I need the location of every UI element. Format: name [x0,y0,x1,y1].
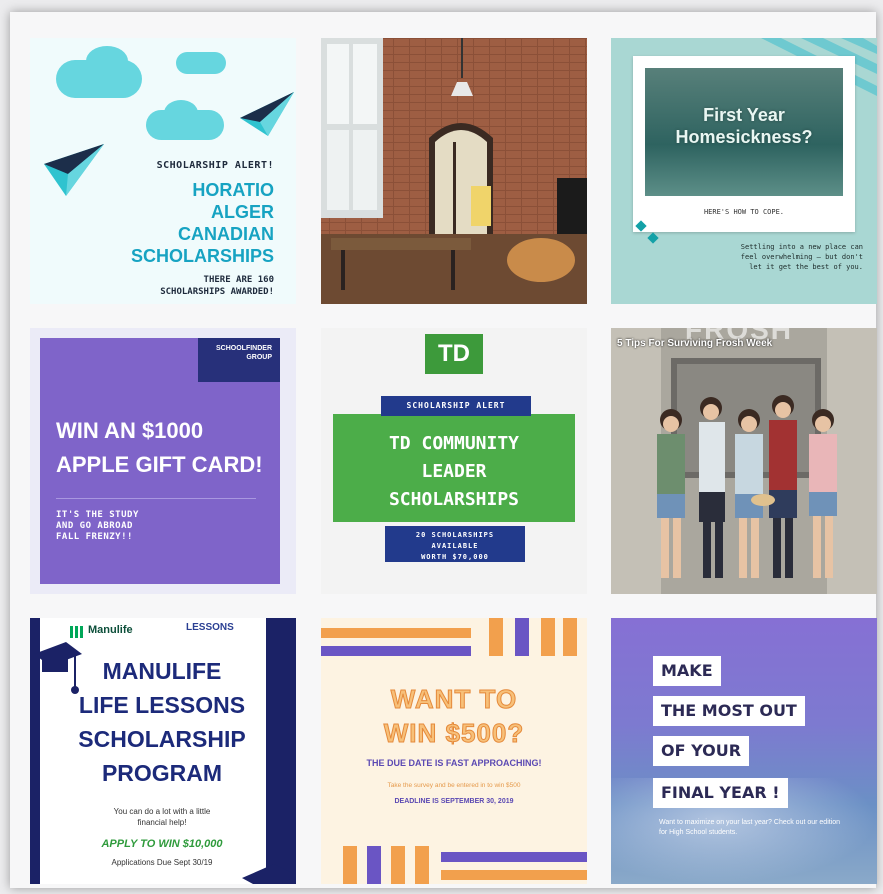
note-line: SCHOLARSHIPS AWARDED! [160,287,274,297]
title-line: LEADER [421,461,487,482]
title-line: SCHOLARSHIPS [130,246,274,266]
sparkle-icon [635,220,659,244]
manulife-title: MANULIFE LIFE LESSONS SCHOLARSHIP PROGRA… [54,654,270,790]
deadline-text: DEADLINE IS SEPTEMBER 30, 2019 [394,798,514,805]
schoolfinder-logo: SCHOOLFINDER GROUP [198,338,280,382]
manulife-brand: Manulife [88,624,133,636]
post-loft-photo[interactable] [321,38,587,304]
decorative-bar [415,846,429,884]
apply-prize-text: APPLY TO WIN $10,000 [101,838,223,850]
scholarship-title: HORATIO ALGER CANADIAN SCHOLARSHIPS [74,179,274,267]
due-date-text: Applications Due Sept 30/19 [111,858,213,867]
green-banner: TD COMMUNITY LEADER SCHOLARSHIPS [333,414,575,522]
lessons-logo: LESSONS [186,622,234,633]
title-line: HORATIO [192,180,274,200]
awards-note: THERE ARE 160 SCHOLARSHIPS AWARDED! [160,274,274,298]
headline-line: WANT TO [390,684,518,715]
decorative-bar [489,618,503,656]
headline-line: THE MOST OUT [653,696,805,726]
post-horatio-alger-scholarship[interactable]: SCHOLARSHIP ALERT! HORATIO ALGER CANADIA… [30,38,296,304]
sub-line: AND GO ABROAD [56,521,133,531]
title-line: PROGRAM [101,760,223,786]
fall-frenzy-text: IT'S THE STUDY AND GO ABROAD FALL FRENZY… [56,510,139,543]
title-line: MANULIFE [102,658,222,684]
post-manulife-life-lessons[interactable]: Manulife LESSONS MANULIFE LIFE LESSONS S… [30,618,296,884]
frosh-tips-caption: 5 Tips For Surviving Frosh Week [617,338,773,349]
due-date-approaching-text: THE DUE DATE IS FAST APPROACHING! [366,758,542,768]
availability-box: 20 SCHOLARSHIPS AVAILABLE WORTH $70,000 [385,526,525,562]
avail-line: 20 SCHOLARSHIPS [415,531,495,539]
cloud-shape [176,52,226,74]
post-frosh-week-tips[interactable]: FROSH 5 Tips For Surviving Frosh Week [611,328,877,594]
small-line: financial help! [137,818,187,827]
td-logo: TD [425,334,483,374]
headline-line: FINAL YEAR ! [653,778,788,808]
avail-line: WORTH $70,000 [421,553,489,561]
decorative-bar [343,846,357,884]
headline-line: Homesickness? [675,127,813,147]
td-title: TD COMMUNITY LEADER SCHOLARSHIPS [333,430,575,514]
headline-line: APPLE GIFT CARD! [56,452,263,477]
high-school-edition-text: Want to maximize on your last year? Chec… [659,819,841,836]
decorative-bar [541,618,555,656]
survey-entry-text: Take the survey and be entered in to win… [387,782,521,789]
manulife-logo-icon [70,626,83,638]
sub-line: FALL FRENZY!! [56,532,133,542]
sub-line: IT'S THE STUDY [56,510,139,520]
title-line: SCHOLARSHIP [78,726,246,752]
title-line: SCHOLARSHIPS [388,489,520,510]
headline-line: WIN AN $1000 [56,418,204,443]
win-headline: WANT TO WIN $500? [321,682,587,750]
divider [56,498,256,499]
post-final-year[interactable]: MAKE THE MOST OUT OF YOUR FINAL YEAR ! W… [611,618,877,884]
decorative-bar [321,628,471,638]
note-line: THERE ARE 160 [203,275,274,285]
cloud-shape [86,46,128,76]
headline-line: WIN $500? [383,718,525,749]
cloud-shape [164,100,198,126]
post-td-community-leader[interactable]: TD TD COMMUNITY LEADER SCHOLARSHIPS SCHO… [321,328,587,594]
decorative-bar [515,618,529,656]
decorative-bar [321,646,471,656]
decorative-bar [441,870,587,880]
financial-help-text: You can do a lot with a little financial… [54,806,270,828]
post-grid: SCHOLARSHIP ALERT! HORATIO ALGER CANADIA… [10,12,877,888]
title-line: LIFE LESSONS [78,692,246,718]
decorative-bar [441,852,587,862]
scholarship-alert-label: SCHOLARSHIP ALERT! [156,160,274,171]
scholarship-alert-label: SCHOLARSHIP ALERT [381,396,531,416]
homesickness-body-text: Settling into a new place can feel overw… [740,243,863,271]
decorative-bar [563,618,577,656]
title-line: CANADIAN [178,224,274,244]
title-line: TD COMMUNITY [388,433,520,454]
small-line: You can do a lot with a little [113,807,211,816]
decorative-bar [391,846,405,884]
polaroid-frame: First Year Homesickness? HERE'S HOW TO C… [633,56,855,232]
post-win-500-survey[interactable]: WANT TO WIN $500? THE DUE DATE IS FAST A… [321,618,587,884]
homesickness-headline: First Year Homesickness? [633,104,855,148]
purple-card: SCHOOLFINDER GROUP WIN AN $1000 APPLE GI… [40,338,280,584]
paper-plane-icon [240,92,294,136]
students-group-photo [611,328,877,594]
decorative-bar [367,846,381,884]
gift-card-headline: WIN AN $1000 APPLE GIFT CARD! [56,414,263,482]
headline-line: MAKE [653,656,721,686]
avail-line: AVAILABLE [431,542,479,550]
headline-line: First Year [703,105,785,125]
loft-interior-photo [321,38,587,304]
cope-caption: HERE'S HOW TO COPE. [703,208,785,216]
title-line: ALGER [211,202,274,222]
post-first-year-homesickness[interactable]: First Year Homesickness? HERE'S HOW TO C… [611,38,877,304]
headline-line: OF YOUR [653,736,750,766]
navy-stripe [266,618,296,884]
post-apple-gift-card[interactable]: SCHOOLFINDER GROUP WIN AN $1000 APPLE GI… [30,328,296,594]
